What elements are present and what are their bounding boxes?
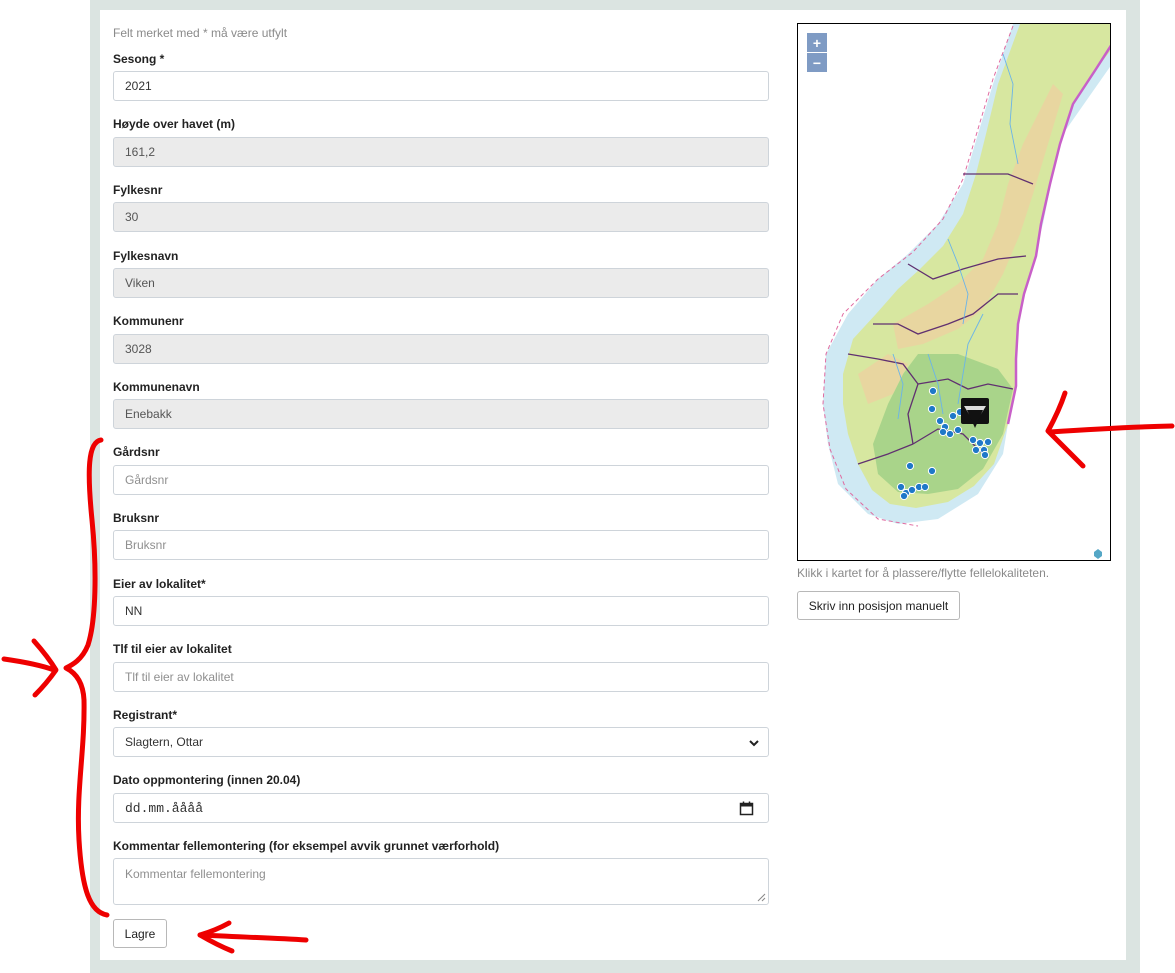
- label-kommunenr: Kommunenr: [113, 314, 184, 328]
- dato-input[interactable]: dd.mm.åååå: [113, 793, 769, 823]
- resize-handle-icon[interactable]: [757, 893, 766, 902]
- tlf-input[interactable]: Tlf til eier av lokalitet: [113, 662, 769, 692]
- bruksnr-input[interactable]: Bruksnr: [113, 530, 769, 560]
- map-hint: Klikk i kartet for å plassere/flytte fel…: [797, 566, 1050, 580]
- save-button[interactable]: Lagre: [113, 919, 167, 948]
- label-fylkesnr: Fylkesnr: [113, 183, 163, 197]
- manual-position-button[interactable]: Skriv inn posisjon manuelt: [797, 591, 960, 620]
- label-sesong: Sesong *: [113, 52, 165, 66]
- norway-map: [822, 24, 1110, 559]
- kommunenr-input: 3028: [113, 334, 769, 364]
- label-registrant: Registrant*: [113, 708, 178, 722]
- label-gardsnr: Gårdsnr: [113, 445, 160, 459]
- fylkesnr-input: 30: [113, 202, 769, 232]
- chevron-down-icon: [749, 740, 759, 747]
- label-dato: Dato oppmontering (innen 20.04): [113, 773, 301, 787]
- zoom-out-button[interactable]: −: [807, 53, 827, 72]
- calendar-icon[interactable]: [739, 801, 754, 816]
- hoyde-input: 161,2: [113, 137, 769, 167]
- label-kommunenavn: Kommunenavn: [113, 380, 200, 394]
- label-fylkesnavn: Fylkesnavn: [113, 249, 179, 263]
- sesong-input[interactable]: 2021: [113, 71, 769, 101]
- label-hoyde: Høyde over havet (m): [113, 117, 236, 131]
- label-kommentar: Kommentar fellemontering (for eksempel a…: [113, 839, 500, 853]
- arrow-left-annotation: [1, 656, 57, 673]
- label-eier: Eier av lokalitet*: [113, 577, 206, 591]
- required-note: Felt merket med * må være utfylt: [113, 26, 288, 40]
- eier-input[interactable]: NN: [113, 596, 769, 626]
- gardsnr-input[interactable]: Gårdsnr: [113, 465, 769, 495]
- label-bruksnr: Bruksnr: [113, 511, 160, 525]
- kommunenavn-input: Enebakk: [113, 399, 769, 429]
- zoom-in-button[interactable]: +: [807, 33, 827, 52]
- kommentar-textarea[interactable]: Kommentar fellemontering: [113, 858, 769, 905]
- fylkesnavn-input: Viken: [113, 268, 769, 298]
- map-view[interactable]: + −: [797, 23, 1111, 561]
- label-tlf: Tlf til eier av lokalitet: [113, 642, 232, 656]
- registrant-select[interactable]: Slagtern, Ottar: [113, 727, 769, 757]
- selected-location-marker: [961, 398, 989, 428]
